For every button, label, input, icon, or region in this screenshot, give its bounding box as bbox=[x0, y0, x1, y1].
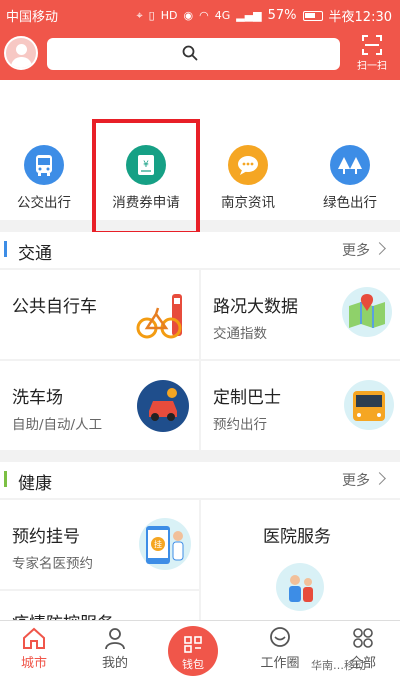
card-title: 预约挂号 bbox=[12, 527, 80, 547]
network-type: 4G bbox=[214, 9, 231, 22]
card-custom-bus[interactable]: 定制巴士 预约出行 bbox=[201, 361, 400, 450]
car-wash-icon bbox=[137, 380, 189, 432]
tab-city-label: 城市 bbox=[20, 656, 47, 671]
card-subtitle: 专家名医预约 bbox=[12, 556, 93, 572]
section-accent bbox=[4, 471, 7, 487]
card-title: 疫情防控服务 bbox=[12, 609, 114, 620]
card-subtitle: 交通指数 bbox=[213, 326, 267, 342]
tab-wallet-label: 钱包 bbox=[182, 658, 204, 671]
card-subtitle: 自助/自动/人工 bbox=[12, 417, 103, 433]
card-appointment[interactable]: 预约挂号 专家名医预约 挂 bbox=[0, 500, 199, 589]
bicycle-icon bbox=[136, 294, 182, 339]
health-more-link[interactable]: 更多 bbox=[342, 470, 370, 490]
scan-button[interactable]: 扫一扫 bbox=[352, 34, 392, 76]
tab-wallet[interactable]: 钱包 bbox=[168, 626, 218, 676]
quick-bus-label: 公交出行 bbox=[17, 195, 71, 211]
tab-work[interactable]: 工作圈 bbox=[250, 626, 310, 671]
tab-mine[interactable]: 我的 bbox=[85, 626, 145, 671]
quick-news[interactable]: 南京资讯 bbox=[198, 145, 298, 211]
scan-label: 扫一扫 bbox=[357, 61, 387, 72]
card-title: 路况大数据 bbox=[213, 297, 298, 317]
card-traffic-data[interactable]: 路况大数据 交通指数 bbox=[201, 270, 400, 359]
card-hospital[interactable]: 医院服务 bbox=[201, 500, 400, 620]
tab-mine-label: 我的 bbox=[101, 656, 128, 671]
bus-icon bbox=[24, 145, 64, 185]
card-epidemic[interactable]: 疫情防控服务 bbox=[0, 591, 199, 620]
status-bar: 中国移动 ⌖ ▯ HD ◉ ◠ 4G ▂▄▆ 57% 半夜12:30 bbox=[0, 0, 400, 28]
carrier-label: 中国移动 bbox=[6, 10, 59, 25]
chat-icon bbox=[228, 145, 268, 185]
wifi-icon: ◠ bbox=[199, 9, 209, 22]
vibrate-icon: ▯ bbox=[148, 9, 155, 22]
traffic-section-header: 交通 更多 bbox=[0, 232, 400, 268]
quick-green-label: 绿色出行 bbox=[323, 195, 377, 211]
person-icon bbox=[105, 628, 125, 650]
hospital-icon bbox=[276, 563, 324, 611]
hd-icon: HD bbox=[160, 9, 178, 22]
quick-news-label: 南京资讯 bbox=[221, 195, 275, 211]
traffic-more-link[interactable]: 更多 bbox=[342, 240, 370, 260]
registration-icon: 挂 bbox=[139, 518, 191, 570]
battery-percent: 57% bbox=[267, 8, 297, 23]
battery-icon bbox=[302, 10, 323, 21]
search-icon bbox=[182, 45, 198, 61]
scan-icon bbox=[362, 35, 382, 55]
watermark: 华南…移动 bbox=[311, 659, 366, 672]
section-accent bbox=[4, 241, 7, 257]
registration-badge: 挂 bbox=[154, 539, 162, 549]
signal-icon: ▂▄▆ bbox=[236, 9, 262, 22]
tab-city[interactable]: 城市 bbox=[4, 626, 64, 671]
search-input[interactable] bbox=[47, 38, 340, 70]
card-public-bike[interactable]: 公共自行车 bbox=[0, 270, 199, 359]
card-title: 洗车场 bbox=[12, 388, 63, 408]
avatar[interactable] bbox=[4, 36, 38, 70]
traffic-title: 交通 bbox=[18, 244, 52, 264]
card-subtitle: 预约出行 bbox=[213, 417, 267, 433]
chat-bubble-icon bbox=[270, 627, 290, 647]
tab-work-label: 工作圈 bbox=[260, 656, 300, 671]
map-icon bbox=[342, 287, 392, 337]
eye-icon: ◉ bbox=[183, 9, 194, 22]
health-title: 健康 bbox=[18, 474, 52, 494]
health-section-header: 健康 更多 bbox=[0, 462, 400, 498]
quick-bus[interactable]: 公交出行 bbox=[0, 145, 94, 211]
grid-icon bbox=[353, 628, 373, 648]
card-title: 公共自行车 bbox=[12, 297, 97, 317]
quick-green[interactable]: 绿色出行 bbox=[300, 145, 400, 211]
card-title: 医院服务 bbox=[263, 527, 331, 547]
chevron-right-icon[interactable] bbox=[373, 472, 386, 485]
wallet-icon bbox=[184, 636, 202, 653]
location-icon: ⌖ bbox=[136, 8, 143, 22]
card-title: 定制巴士 bbox=[213, 388, 281, 408]
home-icon bbox=[23, 627, 45, 649]
bus-icon bbox=[344, 380, 394, 430]
tree-icon bbox=[330, 145, 370, 185]
status-icons: ⌖ ▯ HD ◉ ◠ 4G ▂▄▆ 57% 半夜12:30 bbox=[136, 6, 392, 25]
card-car-wash[interactable]: 洗车场 自助/自动/人工 bbox=[0, 361, 199, 450]
highlight-box bbox=[92, 119, 200, 235]
clock: 半夜12:30 bbox=[328, 10, 392, 25]
chevron-right-icon[interactable] bbox=[373, 242, 386, 255]
